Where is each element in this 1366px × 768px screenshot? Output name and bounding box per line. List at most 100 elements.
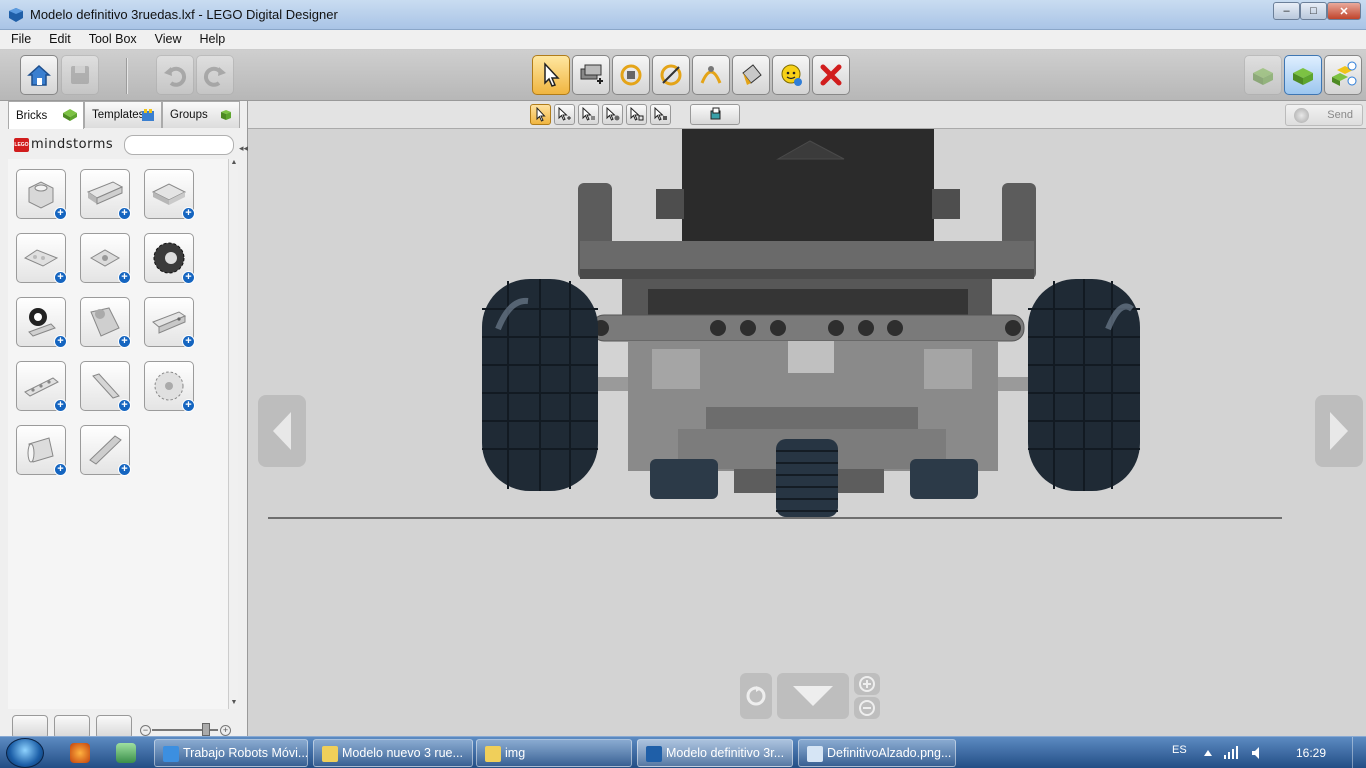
add-plus-icon: + — [118, 207, 131, 220]
folder-icon — [322, 746, 338, 762]
menu-help[interactable]: Help — [189, 30, 233, 49]
redo-button[interactable] — [196, 55, 234, 95]
send-button[interactable]: Send — [1285, 104, 1363, 126]
select-connected-button[interactable] — [578, 104, 599, 125]
brick-pipe[interactable]: + — [16, 425, 67, 476]
building-guide-icon — [1332, 61, 1357, 86]
rotate-down-button[interactable] — [777, 673, 849, 719]
minimize-button[interactable]: – — [1273, 2, 1300, 20]
undo-button[interactable] — [156, 55, 194, 95]
paint-tool-button[interactable] — [732, 55, 770, 95]
main-toolbar — [0, 50, 1366, 101]
delete-tool-button[interactable] — [812, 55, 850, 95]
brick-gear-wheel[interactable]: + — [144, 233, 195, 284]
brick-search-input[interactable] — [124, 135, 234, 155]
hinge-align-tool-button[interactable] — [652, 55, 690, 95]
brick-plate-2x2[interactable]: + — [144, 169, 195, 220]
save-button[interactable] — [61, 55, 99, 95]
brick-liftarm[interactable]: + — [16, 361, 67, 412]
brick-motor[interactable]: + — [80, 297, 131, 348]
zoom-in-icon[interactable]: + — [220, 725, 231, 736]
scroll-up-arrow-icon[interactable]: ▲ — [229, 159, 239, 169]
brick-axle-pin[interactable]: + — [80, 361, 131, 412]
system-tray — [1200, 745, 1270, 761]
brick-connector-plate[interactable]: + — [80, 233, 131, 284]
model-viewport[interactable] — [248, 129, 1366, 736]
brick-technic-beam[interactable]: + — [80, 169, 131, 220]
add-plus-icon: + — [118, 271, 131, 284]
select-multiple-button[interactable] — [554, 104, 575, 125]
select-single-button[interactable] — [530, 104, 551, 125]
reset-camera-button[interactable] — [740, 673, 772, 719]
toolbar-divider — [126, 58, 128, 94]
brick-angle-plate[interactable]: + — [16, 233, 67, 284]
start-button[interactable] — [6, 738, 44, 768]
task-definitivo-alzado[interactable]: DefinitivoAlzado.png... — [798, 739, 956, 767]
building-guide-button[interactable] — [1324, 55, 1362, 95]
zoom-in-button[interactable] — [854, 673, 880, 695]
zoom-out-button[interactable] — [854, 697, 880, 719]
hide-tool-button[interactable] — [772, 55, 810, 95]
clone-tool-button[interactable] — [572, 55, 610, 95]
brick-technic-brick[interactable]: + — [144, 297, 195, 348]
ie-icon — [163, 746, 179, 762]
home-button[interactable] — [20, 55, 58, 95]
select-same-brick-button[interactable] — [626, 104, 647, 125]
build-mode-button[interactable] — [1244, 55, 1282, 95]
rotate-right-button[interactable] — [1315, 395, 1363, 467]
add-plus-icon: + — [118, 399, 131, 412]
select-tool-button[interactable] — [532, 55, 570, 95]
select-same-color-button[interactable] — [602, 104, 623, 125]
task-img-folder[interactable]: img — [476, 739, 632, 767]
tab-groups[interactable]: Groups — [162, 101, 240, 128]
clock[interactable]: 16:29 — [1296, 746, 1326, 760]
hinge-tool-button[interactable] — [612, 55, 650, 95]
language-indicator[interactable]: ES — [1172, 744, 1187, 756]
palette-brand-row: LEGO mindstorms — [8, 134, 240, 156]
redo-icon — [203, 66, 226, 87]
cursor-plus-icon — [558, 107, 571, 121]
groups-icon — [221, 110, 231, 120]
invert-selection-button[interactable] — [690, 104, 740, 125]
task-modelo-definitivo[interactable]: Modelo definitivo 3r... — [637, 739, 793, 767]
brick-round-brick[interactable]: + — [16, 169, 67, 220]
arrow-down-icon — [793, 686, 833, 706]
lego-brick-icon — [1293, 68, 1313, 85]
view-mode-button[interactable] — [1284, 55, 1322, 95]
flex-icon — [700, 66, 722, 84]
template-icon — [142, 109, 154, 121]
task-modelo-nuevo[interactable]: Modelo nuevo 3 rue... — [313, 739, 473, 767]
brick-gear[interactable]: + — [144, 361, 195, 412]
palette-scrollbar[interactable]: ▲ ▼ — [228, 159, 238, 709]
task-trabajo-robots[interactable]: Trabajo Robots Móvi... — [154, 739, 308, 767]
brick-flex-axle[interactable]: + — [80, 425, 131, 476]
paint-icon — [807, 746, 823, 762]
brick-sensor[interactable]: + — [16, 297, 67, 348]
scroll-down-arrow-icon[interactable]: ▼ — [229, 699, 239, 709]
palette-footer: − + — [8, 713, 240, 739]
zoom-out-icon — [859, 700, 875, 716]
firefox-icon[interactable] — [70, 743, 90, 763]
tab-bricks[interactable]: Bricks — [8, 101, 84, 129]
zoom-out-icon[interactable]: − — [140, 725, 151, 736]
show-desktop-button[interactable] — [1352, 737, 1366, 768]
desktop-switch-icon[interactable] — [116, 743, 136, 763]
clone-icon — [580, 64, 603, 84]
select-same-color-brick-button[interactable] — [650, 104, 671, 125]
home-icon — [27, 64, 51, 86]
maximize-button[interactable]: □ — [1300, 2, 1327, 20]
rotate-left-button[interactable] — [258, 395, 306, 467]
close-button[interactable]: ✕ — [1327, 2, 1361, 20]
flex-tool-button[interactable] — [692, 55, 730, 95]
menu-toolbox[interactable]: Tool Box — [78, 30, 144, 49]
palette-zoom-slider[interactable]: − + — [140, 723, 232, 736]
menu-view[interactable]: View — [144, 30, 189, 49]
menu-edit[interactable]: Edit — [38, 30, 78, 49]
zoom-thumb[interactable] — [202, 723, 210, 736]
zoom-in-icon — [859, 676, 875, 692]
menu-file[interactable]: File — [0, 30, 38, 49]
build-mode-icon — [1253, 68, 1273, 85]
paint-bucket-icon — [742, 64, 762, 85]
arrow-right-icon — [1330, 412, 1348, 450]
tab-templates[interactable]: Templates — [84, 101, 162, 128]
